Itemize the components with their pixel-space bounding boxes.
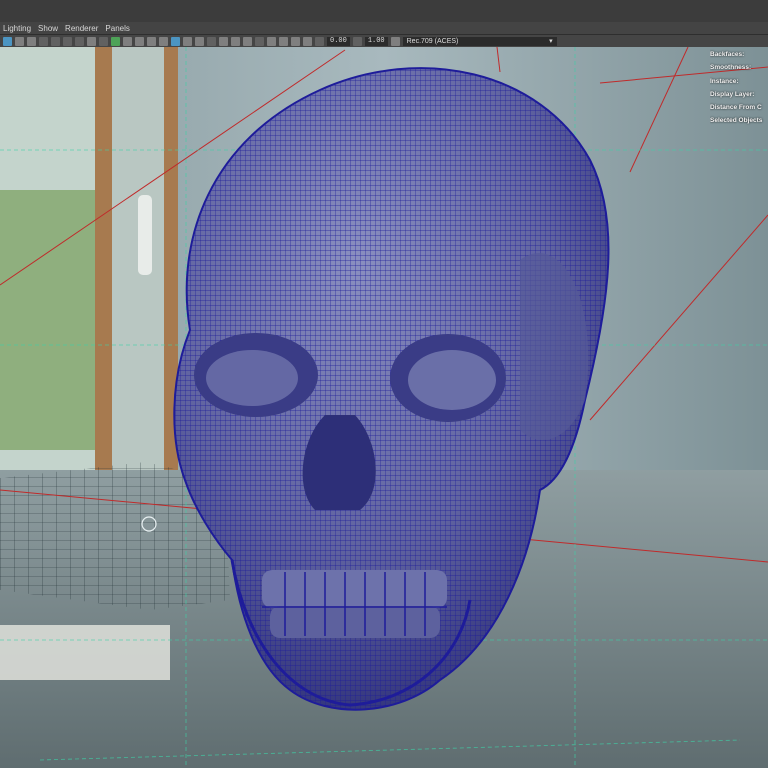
- hud-instance: Instance:: [710, 77, 739, 85]
- safe-action-icon[interactable]: [111, 36, 120, 46]
- xray-icon[interactable]: [279, 36, 288, 46]
- view-transform-label: Rec.709 (ACES): [406, 37, 459, 45]
- chevron-down-icon: ▾: [549, 37, 553, 45]
- lights-icon[interactable]: [195, 36, 204, 46]
- gear-icon[interactable]: [315, 36, 324, 46]
- xray-joints-icon[interactable]: [291, 36, 300, 46]
- menu-lighting[interactable]: Lighting: [3, 24, 31, 33]
- menu-show[interactable]: Show: [38, 24, 58, 33]
- redo-icon[interactable]: [51, 36, 60, 46]
- ambient-occlusion-icon[interactable]: [219, 36, 228, 46]
- motion-blur-icon[interactable]: [231, 36, 240, 46]
- viewport-scene: [0, 47, 768, 768]
- frame-icon[interactable]: [63, 36, 72, 46]
- wireframe-icon[interactable]: [135, 36, 144, 46]
- hud-display-layer: Display Layer:: [710, 90, 755, 98]
- menu-renderer[interactable]: Renderer: [65, 24, 98, 33]
- skull-eye-socket-left-inner: [206, 350, 298, 406]
- hud-smoothness: Smoothness:: [710, 64, 752, 72]
- film-gate-icon[interactable]: [87, 36, 96, 46]
- grid-icon[interactable]: [123, 36, 132, 46]
- select-icon[interactable]: [3, 36, 12, 46]
- hud-distance-from-camera: Distance From C: [710, 104, 762, 112]
- resolution-gate-icon[interactable]: [99, 36, 108, 46]
- window-pane-right: [112, 47, 164, 517]
- undo-icon[interactable]: [39, 36, 48, 46]
- exposure-field[interactable]: 0.00: [327, 36, 350, 46]
- skull-lower-teeth: [270, 606, 440, 638]
- antialias-icon[interactable]: [243, 36, 252, 46]
- heads-up-display: Backfaces: Smoothness: Instance: Display…: [710, 48, 768, 128]
- hud-backfaces: Backfaces:: [710, 51, 745, 58]
- gamma-field[interactable]: 1.00: [364, 36, 388, 46]
- textured-icon[interactable]: [183, 36, 192, 46]
- default-material-icon[interactable]: [159, 36, 168, 46]
- isolate-select-icon[interactable]: [267, 36, 276, 46]
- panel-menu-bar: Lighting Show Renderer Panels: [0, 22, 768, 34]
- hud-selected-objects: Selected Objects: [710, 117, 763, 125]
- wall-socket-strip: [0, 625, 170, 680]
- smooth-shade-icon[interactable]: [147, 36, 156, 46]
- lasso-icon[interactable]: [15, 36, 24, 46]
- color-space-icon[interactable]: [390, 36, 400, 46]
- xray-components-icon[interactable]: [303, 36, 312, 46]
- title-bar: [0, 0, 768, 22]
- skull-eye-socket-right-inner: [408, 350, 496, 410]
- foliage-left: [0, 190, 95, 450]
- menu-panels[interactable]: Panels: [105, 24, 129, 33]
- gamma-icon[interactable]: [352, 36, 362, 46]
- panel-toolbar: 0.00 1.00 Rec.709 (ACES) ▾: [0, 34, 768, 47]
- depth-of-field-icon[interactable]: [255, 36, 264, 46]
- bookmark-icon[interactable]: [27, 36, 36, 46]
- window-handle: [138, 195, 152, 275]
- 3d-viewport[interactable]: [0, 47, 768, 768]
- view-transform-dropdown[interactable]: Rec.709 (ACES) ▾: [402, 36, 557, 46]
- shading-icon[interactable]: [171, 36, 180, 46]
- shadows-icon[interactable]: [207, 36, 216, 46]
- skull-upper-teeth: [262, 570, 447, 608]
- camera-icon[interactable]: [75, 36, 84, 46]
